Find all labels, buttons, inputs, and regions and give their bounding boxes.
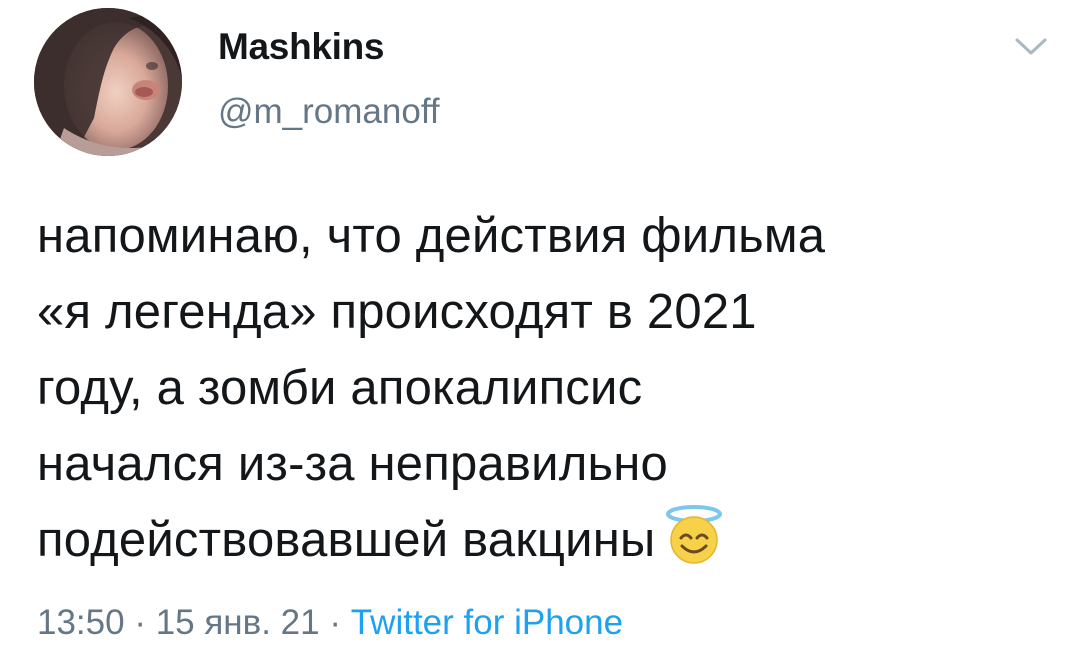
tweet-text-line: году, а зомби апокалипсис xyxy=(37,361,643,415)
tweet-meta: 13:50 · 15 янв. 21 · Twitter for iPhone xyxy=(37,603,623,643)
tweet-text-line: «я легенда» происходят в 2021 xyxy=(37,285,757,339)
tweet-source-link[interactable]: Twitter for iPhone xyxy=(351,603,623,642)
tweet-text: напоминаю, что действия фильма «я легенд… xyxy=(37,198,1047,588)
avatar-image xyxy=(34,8,182,156)
smiling-face-with-halo-icon xyxy=(663,504,725,588)
tweet-text-line: начался из-за неправильно xyxy=(37,437,668,491)
tweet-time[interactable]: 13:50 xyxy=(37,603,125,642)
meta-separator: · xyxy=(124,603,156,642)
tweet-text-line: напоминаю, что действия фильма xyxy=(37,209,826,263)
tweet-card: Mashkins @m_romanoff напоминаю, что дейс… xyxy=(0,0,1080,669)
chevron-down-icon[interactable] xyxy=(1014,36,1048,58)
meta-separator: · xyxy=(319,603,351,642)
tweet-date[interactable]: 15 янв. 21 xyxy=(156,603,320,642)
tweet-text-line: подействовавшей вакцины xyxy=(37,513,656,567)
tweet-text-line-last: подействовавшей вакцины xyxy=(37,502,1047,588)
display-name[interactable]: Mashkins xyxy=(218,26,385,68)
avatar[interactable] xyxy=(34,8,182,156)
user-handle[interactable]: @m_romanoff xyxy=(218,92,440,132)
